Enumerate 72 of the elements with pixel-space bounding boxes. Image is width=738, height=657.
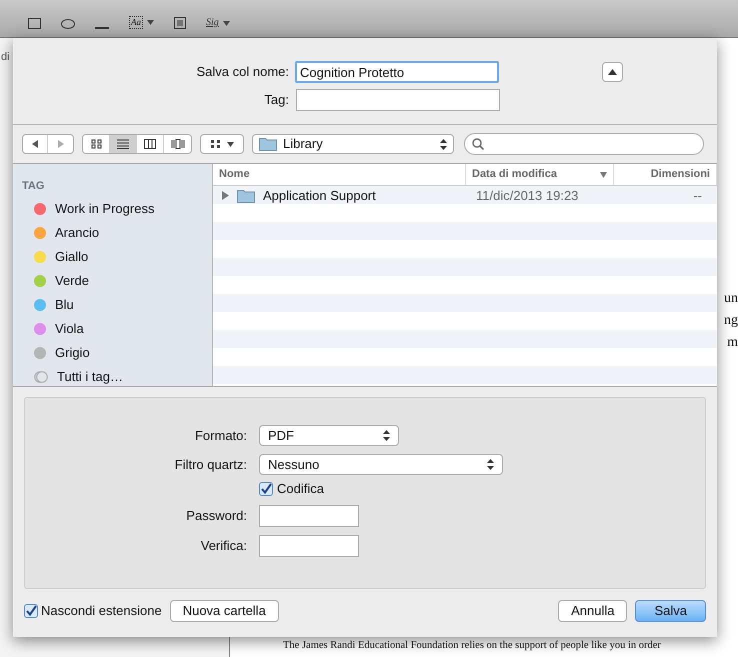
tag-item[interactable]: Viola — [22, 316, 212, 340]
folder-icon — [237, 188, 255, 203]
view-mode-control[interactable] — [82, 134, 192, 154]
field-label: Tag: — [263, 91, 289, 110]
text-tool-button[interactable]: Aa — [129, 16, 143, 29]
tag-item[interactable]: Tutti i tag… — [22, 364, 212, 388]
stepper-arrows-icon — [383, 430, 390, 441]
signature-tool-button[interactable]: Sig — [206, 17, 219, 29]
search-icon — [472, 138, 484, 150]
document-text: un — [724, 290, 738, 308]
format-popup[interactable]: PDF — [259, 425, 399, 446]
field-label: Verifica: — [200, 536, 247, 555]
save-button[interactable]: Salva — [635, 600, 706, 622]
search-field[interactable] — [464, 133, 704, 155]
dialog-button[interactable]: Nuova cartella — [170, 600, 279, 622]
stepper-arrows-icon — [487, 459, 494, 470]
checkbox[interactable] — [259, 482, 273, 496]
field-label: Filtro quartz: — [174, 456, 247, 474]
field-label: Salva col nome: — [196, 63, 289, 82]
ellipse-tool-icon[interactable] — [61, 19, 75, 29]
tag-item[interactable]: Giallo — [22, 244, 212, 268]
column-header[interactable]: Nome — [213, 164, 466, 185]
filename-input[interactable]: Cognition Protetto — [295, 61, 499, 83]
caret-icon — [227, 142, 234, 146]
modified-date: 11/dic/2013 19:23 — [475, 187, 580, 205]
view-mode-button[interactable] — [83, 135, 110, 153]
cover-flow-icon — [170, 139, 184, 149]
caret-icon — [147, 20, 154, 25]
document-text: m — [727, 334, 738, 352]
tag-item[interactable]: Work in Progress — [22, 196, 212, 220]
tag-item[interactable]: Grigio — [22, 340, 212, 364]
folder-icon — [259, 137, 277, 151]
document-text: The James Randi Educational Foundation relies on the support of people like you in order — [282, 639, 662, 654]
view-mode-button[interactable] — [110, 135, 137, 153]
caret-icon — [222, 20, 230, 26]
stepper-arrows-icon — [440, 138, 447, 150]
columns-icon — [144, 139, 156, 149]
sort-arrow-icon — [600, 172, 607, 178]
location-popup[interactable]: Library — [252, 134, 454, 154]
file-name: Application Support — [263, 187, 376, 205]
checkbox-label: Codifica — [277, 480, 324, 498]
tag-item[interactable]: Blu — [22, 292, 212, 316]
filter-popup[interactable]: Nessuno — [259, 454, 503, 475]
file-size: -- — [692, 187, 703, 205]
note-tool-icon[interactable] — [174, 17, 186, 29]
tag-item[interactable]: Arancio — [22, 220, 212, 244]
expand-button[interactable] — [602, 62, 623, 82]
arrange-button[interactable] — [200, 134, 244, 154]
document-text: ng — [724, 312, 738, 330]
column-header[interactable]: Dimensioni — [614, 164, 717, 185]
password-input[interactable] — [259, 504, 359, 526]
icon-grid-icon — [90, 139, 102, 149]
list-icon — [117, 139, 129, 149]
grid-icon — [210, 139, 222, 149]
checkbox-label: Nascondi estensione — [41, 602, 162, 620]
sidebar-heading: TAG — [22, 179, 46, 194]
field-label: Formato: — [194, 426, 247, 445]
rectangle-tool-icon[interactable] — [28, 18, 41, 29]
checkbox[interactable] — [24, 604, 38, 618]
sidebar-text: di — [1, 51, 10, 63]
back-forward-control[interactable] — [22, 134, 74, 154]
tag-item[interactable]: Verde — [22, 268, 212, 292]
file-row[interactable]: Application Support 11/dic/2013 19:23 -- — [213, 186, 717, 204]
disclosure-triangle-icon[interactable] — [221, 191, 229, 200]
triangle-up-icon — [608, 69, 617, 75]
column-header[interactable]: Data di modifica — [466, 164, 614, 185]
field-label: Password: — [185, 506, 247, 525]
back-icon[interactable] — [32, 140, 38, 148]
verify-input[interactable] — [259, 534, 359, 556]
dialog-button[interactable]: Annulla — [558, 600, 628, 622]
all-tags-icon — [34, 370, 48, 382]
tag-input[interactable] — [296, 89, 500, 111]
